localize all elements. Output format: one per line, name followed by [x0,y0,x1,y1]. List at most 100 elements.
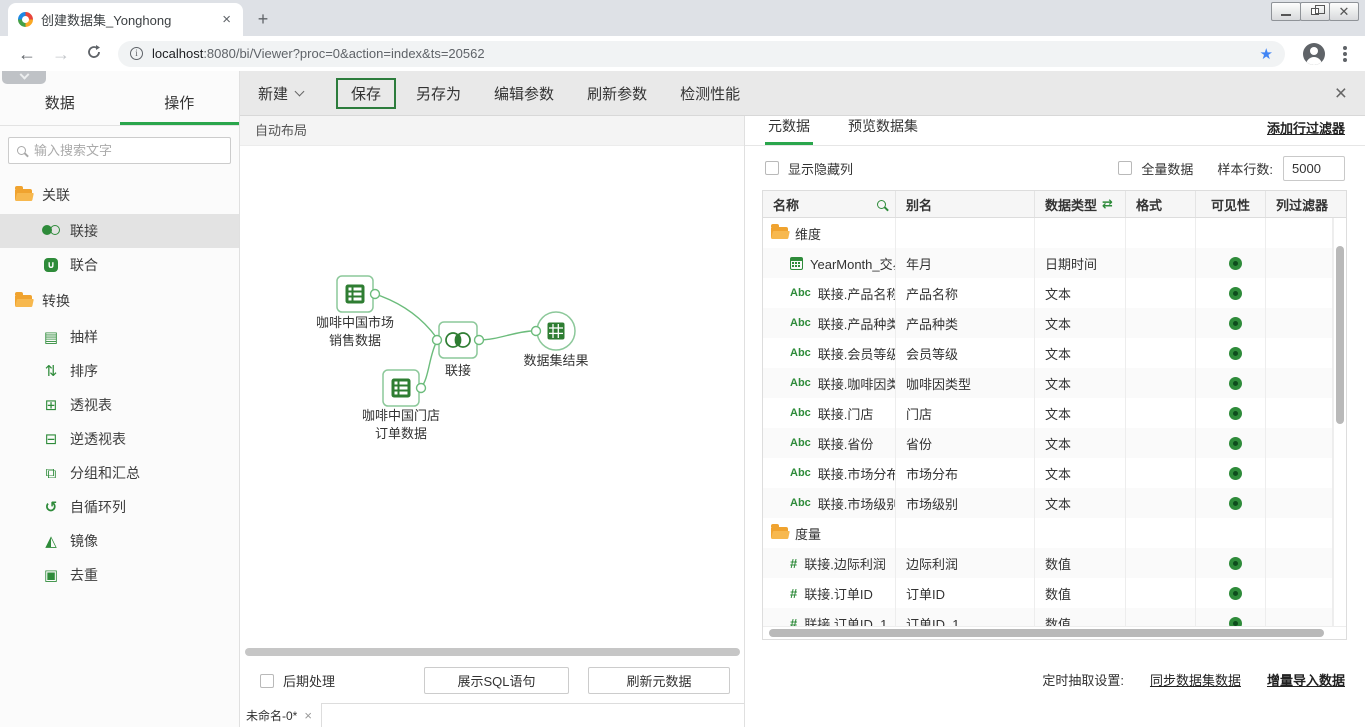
field-column-filter[interactable] [1266,608,1333,626]
visibility-eye-icon[interactable] [1229,437,1242,450]
field-alias[interactable]: 会员等级 [896,338,1035,368]
field-alias[interactable]: 咖啡因类型 [896,368,1035,398]
auto-layout-button[interactable]: 自动布局 [240,116,744,146]
add-row-filter-link[interactable]: 添加行过滤器 [1267,118,1345,145]
canvas-horizontal-scrollbar[interactable] [240,646,744,658]
table-row[interactable]: 维度 [763,218,1333,248]
table-row[interactable]: 联接.订单ID 订单ID 数值 [763,578,1333,608]
new-tab-button[interactable]: + [249,5,277,33]
convert-type-icon[interactable]: ⇄ [1102,197,1113,212]
window-close-button[interactable]: ✕ [1329,2,1359,21]
field-datatype[interactable]: 文本 [1035,398,1126,428]
field-datatype[interactable]: 文本 [1035,368,1126,398]
post-process-checkbox[interactable] [260,674,274,688]
field-datatype[interactable]: 文本 [1035,308,1126,338]
tree-item[interactable]: 转换 [0,282,239,320]
field-datatype[interactable]: 文本 [1035,278,1126,308]
field-format[interactable] [1126,608,1196,626]
field-format[interactable] [1126,338,1196,368]
table-row[interactable]: 联接.省份 省份 文本 [763,428,1333,458]
visibility-eye-icon[interactable] [1229,317,1242,330]
field-format[interactable] [1126,518,1196,548]
tab-operations[interactable]: 操作 [120,84,240,125]
field-datatype[interactable]: 文本 [1035,458,1126,488]
tab-metadata[interactable]: 元数据 [765,116,813,145]
field-column-filter[interactable] [1266,578,1333,608]
field-alias[interactable]: 省份 [896,428,1035,458]
table-horizontal-scrollbar[interactable] [763,626,1346,639]
dataset-flow-canvas[interactable]: 咖啡中国市场销售数据 联接 咖啡中国门店订单数据 数据集结果 [240,146,744,646]
visibility-eye-icon[interactable] [1229,257,1242,270]
field-format[interactable] [1126,428,1196,458]
bookmark-star-icon[interactable]: ★ [1260,45,1273,63]
visibility-eye-icon[interactable] [1229,287,1242,300]
table-row[interactable]: YearMonth_交易日 年月 日期时间 [763,248,1333,278]
field-alias[interactable] [896,518,1035,548]
tab-preview-dataset[interactable]: 预览数据集 [845,116,921,145]
field-column-filter[interactable] [1266,548,1333,578]
table-row[interactable]: 联接.咖啡因类型 咖啡因类型 文本 [763,368,1333,398]
field-column-filter[interactable] [1266,218,1333,248]
field-datatype[interactable]: 数值 [1035,578,1126,608]
table-row[interactable]: 联接.订单ID_1 订单ID_1 数值 [763,608,1333,626]
tree-item[interactable]: 自循环列 [0,490,239,524]
visibility-eye-icon[interactable] [1229,347,1242,360]
field-column-filter[interactable] [1266,308,1333,338]
field-format[interactable] [1126,458,1196,488]
field-alias[interactable]: 门店 [896,398,1035,428]
tree-item[interactable]: 镜像 [0,524,239,558]
field-format[interactable] [1126,548,1196,578]
refresh-icon[interactable] [86,44,102,63]
field-alias[interactable]: 市场分布 [896,458,1035,488]
tree-item[interactable]: 联合 [0,248,239,282]
field-datatype[interactable] [1035,218,1126,248]
visibility-eye-icon[interactable] [1229,467,1242,480]
field-alias[interactable]: 市场级别 [896,488,1035,518]
table-row[interactable]: 联接.门店 门店 文本 [763,398,1333,428]
visibility-eye-icon[interactable] [1229,587,1242,600]
tree-item[interactable]: 透视表 [0,388,239,422]
kebab-menu-icon[interactable] [1343,52,1347,56]
table-row[interactable]: 联接.会员等级 会员等级 文本 [763,338,1333,368]
field-column-filter[interactable] [1266,518,1333,548]
profile-avatar[interactable] [1303,43,1325,65]
sidebar-search[interactable] [8,137,231,164]
document-tab-close-icon[interactable]: × [304,708,312,723]
table-vertical-scrollbar[interactable] [1333,218,1346,626]
visibility-eye-icon[interactable] [1229,407,1242,420]
column-search-icon[interactable] [877,200,886,209]
field-column-filter[interactable] [1266,338,1333,368]
edit-params-button[interactable]: 编辑参数 [494,83,554,104]
field-format[interactable] [1126,578,1196,608]
sync-dataset-link[interactable]: 同步数据集数据 [1150,670,1241,689]
new-button[interactable]: 新建 [258,83,303,104]
table-row[interactable]: 度量 [763,518,1333,548]
tree-item[interactable]: 逆透视表 [0,422,239,456]
table-row[interactable]: 联接.产品种类 产品种类 文本 [763,308,1333,338]
tree-item[interactable]: 去重 [0,558,239,592]
close-icon[interactable]: × [1335,83,1347,104]
refresh-metadata-button[interactable]: 刷新元数据 [588,667,730,694]
search-input[interactable] [34,143,214,158]
visibility-eye-icon[interactable] [1229,617,1242,627]
show-hidden-columns-checkbox[interactable] [765,161,779,175]
table-row[interactable]: 联接.边际利润 边际利润 数值 [763,548,1333,578]
field-format[interactable] [1126,488,1196,518]
address-bar[interactable]: i localhost:8080/bi/Viewer?proc=0&action… [118,41,1285,67]
field-alias[interactable]: 边际利润 [896,548,1035,578]
field-datatype[interactable]: 数值 [1035,548,1126,578]
forward-icon[interactable]: → [52,45,70,63]
tab-data[interactable]: 数据 [0,84,120,125]
field-alias[interactable] [896,218,1035,248]
field-column-filter[interactable] [1266,278,1333,308]
field-format[interactable] [1126,368,1196,398]
visibility-eye-icon[interactable] [1229,377,1242,390]
restore-button[interactable] [1300,2,1330,21]
field-alias[interactable]: 订单ID_1 [896,608,1035,626]
tree-item[interactable]: 联接 [0,214,239,248]
save-as-button[interactable]: 另存为 [416,83,461,104]
tree-item[interactable]: 分组和汇总 [0,456,239,490]
sidebar-collapse-button[interactable] [2,71,46,84]
minimize-button[interactable] [1271,2,1301,21]
tab-close-icon[interactable]: × [218,10,235,29]
